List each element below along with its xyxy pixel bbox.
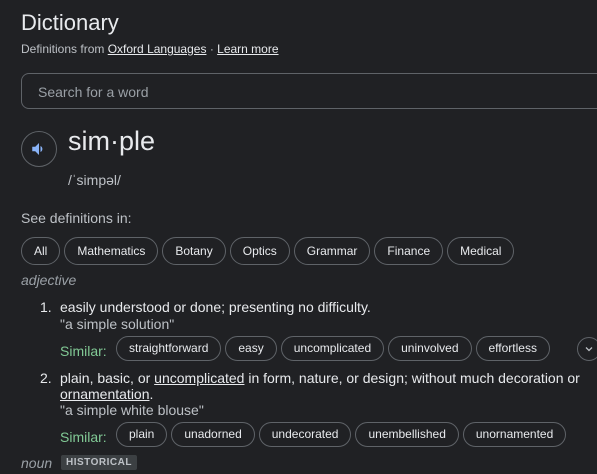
similar-chip[interactable]: easy xyxy=(225,336,277,361)
expand-similar-button[interactable] xyxy=(577,337,597,361)
similar-chip[interactable]: undecorated xyxy=(258,422,352,447)
see-definitions-label: See definitions in: xyxy=(21,210,132,226)
pronunciation-button[interactable] xyxy=(21,131,57,167)
similar-label: Similar: xyxy=(60,343,107,359)
domain-chip-botany[interactable]: Botany xyxy=(162,237,226,265)
similar-chip[interactable]: straightforward xyxy=(116,336,222,361)
domain-chip-all[interactable]: All xyxy=(21,237,61,265)
sense-example: "a simple solution" xyxy=(60,316,175,332)
definition-text: in form, nature, or design; without much… xyxy=(244,370,580,386)
similar-chips: straightforward easy uncomplicated uninv… xyxy=(116,336,550,361)
sense-number: 1. xyxy=(40,299,52,315)
similar-chip[interactable]: unornamented xyxy=(462,422,567,447)
similar-chips: plain unadorned undecorated unembellishe… xyxy=(116,422,567,447)
phonetic: /ˈsimpəl/ xyxy=(68,172,121,188)
part-of-speech-adjective: adjective xyxy=(21,272,77,288)
definition-text: . xyxy=(149,386,154,402)
chevron-down-icon xyxy=(585,347,593,352)
headword: sim·ple xyxy=(68,126,156,156)
domain-chip-mathematics[interactable]: Mathematics xyxy=(64,237,159,265)
similar-chip[interactable]: effortless xyxy=(475,336,550,361)
sense-example: "a simple white blouse" xyxy=(60,402,204,418)
definition-link-ornamentation[interactable]: ornamentation xyxy=(60,386,150,402)
similar-chip[interactable]: unembellished xyxy=(355,422,459,447)
search-input[interactable] xyxy=(36,83,580,101)
historical-tag: HISTORICAL xyxy=(61,455,137,470)
credits-line: Definitions from Oxford Languages · Lear… xyxy=(21,42,279,56)
search-box[interactable] xyxy=(21,73,597,109)
domain-chips: All Mathematics Botany Optics Grammar Fi… xyxy=(21,237,515,265)
similar-chip[interactable]: unadorned xyxy=(171,422,255,447)
domain-chip-optics[interactable]: Optics xyxy=(229,237,290,265)
sense-definition: easily understood or done; presenting no… xyxy=(60,299,371,315)
sense-number: 2. xyxy=(40,370,52,386)
similar-chip[interactable]: uninvolved xyxy=(388,336,472,361)
sense-definition: plain, basic, or uncomplicated in form, … xyxy=(60,370,590,402)
speaker-icon xyxy=(32,143,43,155)
similar-label: Similar: xyxy=(60,429,107,445)
dictionary-title: Dictionary xyxy=(21,10,119,35)
oxford-languages-link[interactable]: Oxford Languages xyxy=(108,42,207,56)
part-of-speech-noun: noun xyxy=(21,455,53,471)
definition-text: plain, basic, or xyxy=(60,370,155,386)
domain-chip-grammar[interactable]: Grammar xyxy=(293,237,371,265)
similar-chip[interactable]: uncomplicated xyxy=(280,336,385,361)
learn-more-link[interactable]: Learn more xyxy=(217,42,278,56)
domain-chip-finance[interactable]: Finance xyxy=(374,237,444,265)
credits-separator: · xyxy=(209,42,214,56)
domain-chip-medical[interactable]: Medical xyxy=(447,237,515,265)
credits-prefix: Definitions from xyxy=(21,42,105,56)
similar-chip[interactable]: plain xyxy=(116,422,168,447)
definition-link-uncomplicated[interactable]: uncomplicated xyxy=(154,370,244,386)
